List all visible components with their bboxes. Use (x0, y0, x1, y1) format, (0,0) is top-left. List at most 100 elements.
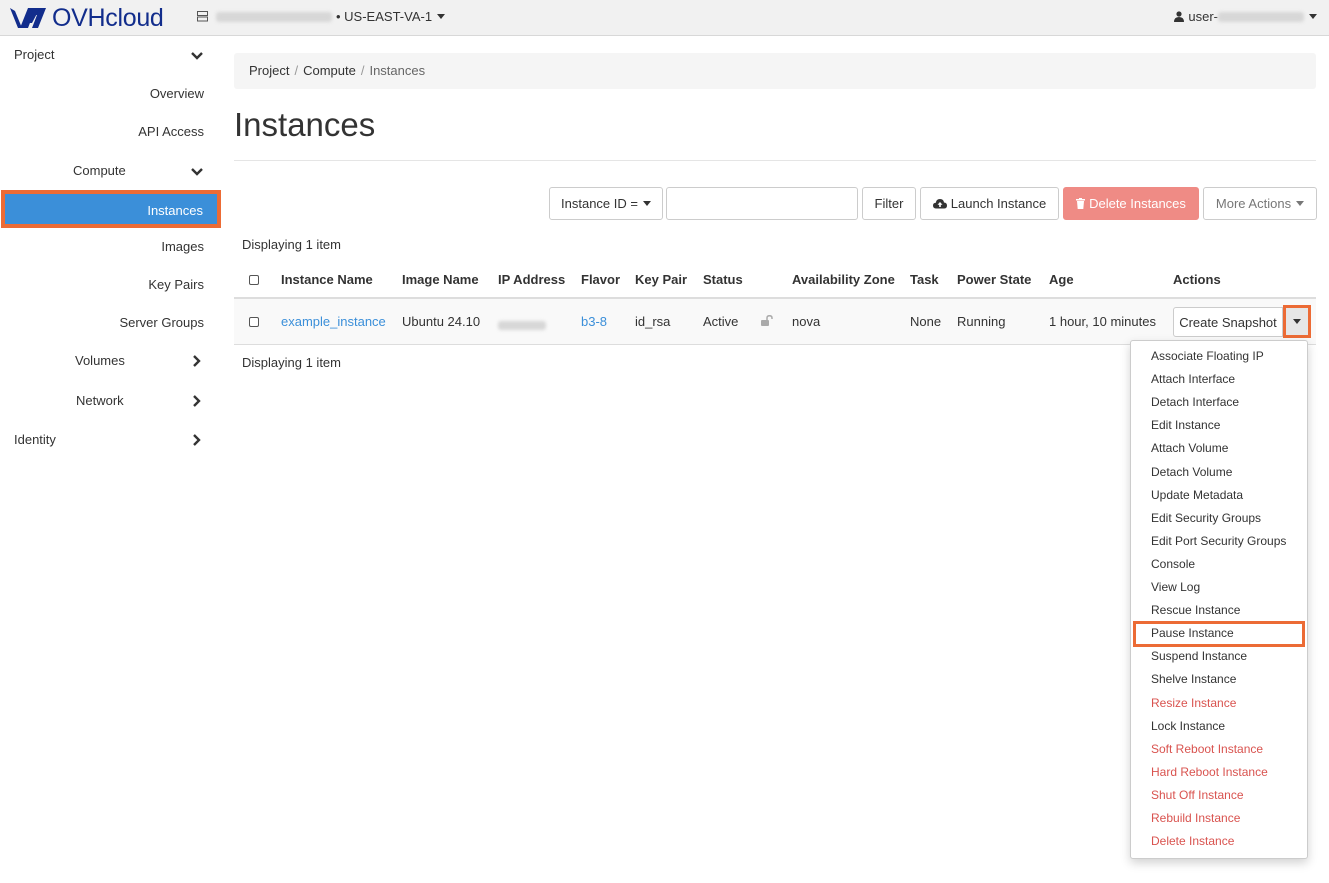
row-actions-toggle[interactable] (1283, 305, 1311, 338)
delete-instances-button[interactable]: Delete Instances (1063, 187, 1199, 220)
more-actions-label: More Actions (1215, 196, 1292, 211)
column-header[interactable]: Instance Name (281, 272, 373, 287)
menu-item-detach-interface[interactable]: Detach Interface (1151, 395, 1239, 409)
delete-instances-label: Delete Instances (1089, 196, 1186, 211)
displaying-count: Displaying 1 item (242, 237, 341, 252)
user-icon (1174, 11, 1185, 22)
sidebar-item-instances[interactable]: Instances (1, 190, 221, 228)
sidebar-item-network[interactable]: Network (76, 393, 124, 408)
filter-button-label: Filter (874, 196, 904, 211)
sidebar-item-images[interactable]: Images (161, 239, 204, 254)
menu-item-lock-instance[interactable]: Lock Instance (1151, 719, 1225, 733)
displaying-count: Displaying 1 item (242, 355, 341, 370)
sidebar-item-overview[interactable]: Overview (150, 86, 204, 101)
menu-item-rebuild-instance[interactable]: Rebuild Instance (1151, 811, 1240, 825)
menu-item-detach-volume[interactable]: Detach Volume (1151, 465, 1232, 479)
user-name-redacted (1218, 11, 1304, 22)
image-name: Ubuntu 24.10 (402, 314, 481, 329)
select-all-checkbox[interactable] (249, 275, 259, 285)
menu-item-soft-reboot-instance[interactable]: Soft Reboot Instance (1151, 742, 1263, 756)
menu-item-attach-volume[interactable]: Attach Volume (1151, 441, 1228, 455)
chevron-right-icon[interactable] (190, 433, 204, 447)
chevron-down-icon[interactable] (190, 165, 204, 179)
user-menu[interactable]: user- (1174, 9, 1317, 24)
breadcrumb-project[interactable]: Project (249, 63, 289, 78)
create-snapshot-label: Create Snapshot (1179, 314, 1277, 330)
column-header: Actions (1173, 272, 1221, 287)
menu-item-pause-instance[interactable]: Pause Instance (1151, 626, 1234, 640)
menu-item-suspend-instance[interactable]: Suspend Instance (1151, 649, 1247, 663)
column-header[interactable]: Power State (957, 272, 1031, 287)
create-snapshot-button[interactable]: Create Snapshot (1173, 307, 1283, 337)
server-icon (197, 11, 208, 22)
brand-name: OVHcloud (52, 3, 164, 32)
chevron-down-icon (1293, 319, 1301, 324)
top-bar: OVHcloud • US-EAST-VA-1 user- (0, 0, 1329, 36)
trash-icon (1076, 198, 1086, 209)
menu-item-update-metadata[interactable]: Update Metadata (1151, 488, 1243, 502)
chevron-down-icon (437, 14, 446, 19)
column-header[interactable]: Image Name (402, 272, 479, 287)
launch-instance-button[interactable]: Launch Instance (920, 187, 1059, 220)
column-header[interactable]: Key Pair (635, 272, 687, 287)
filter-field-select[interactable]: Instance ID = (549, 187, 663, 220)
divider (234, 160, 1316, 161)
menu-item-view-log[interactable]: View Log (1151, 580, 1200, 594)
chevron-down-icon (1309, 14, 1317, 19)
chevron-right-icon[interactable] (190, 394, 204, 408)
cloud-upload-icon (932, 199, 947, 209)
menu-item-edit-security-groups[interactable]: Edit Security Groups (1151, 511, 1261, 525)
more-actions-button[interactable]: More Actions (1203, 187, 1317, 220)
column-header[interactable]: Availability Zone (792, 272, 895, 287)
row-checkbox[interactable] (249, 317, 259, 327)
breadcrumb-current: Instances (369, 63, 426, 78)
page-title: Instances (234, 106, 376, 143)
availability-zone: nova (792, 314, 821, 329)
sidebar-item-server-groups[interactable]: Server Groups (119, 315, 204, 330)
column-header[interactable]: Task (910, 272, 939, 287)
menu-item-delete-instance[interactable]: Delete Instance (1151, 834, 1234, 848)
ovhcloud-logo[interactable]: OVHcloud (8, 4, 164, 32)
project-selector[interactable]: • US-EAST-VA-1 (197, 9, 446, 24)
sidebar-item-key-pairs[interactable]: Key Pairs (148, 277, 204, 292)
menu-item-console[interactable]: Console (1151, 557, 1195, 571)
sidebar-item-compute[interactable]: Compute (73, 163, 126, 178)
column-header[interactable]: Flavor (581, 272, 620, 287)
breadcrumb-compute[interactable]: Compute (303, 63, 356, 78)
menu-item-rescue-instance[interactable]: Rescue Instance (1151, 603, 1240, 617)
menu-item-edit-port-security-groups[interactable]: Edit Port Security Groups (1151, 534, 1286, 548)
sidebar-item-volumes[interactable]: Volumes (75, 353, 125, 368)
flavor-link[interactable]: b3-8 (581, 314, 607, 329)
region-label: • US-EAST-VA-1 (336, 9, 433, 24)
instance-name-link[interactable]: example_instance (281, 314, 386, 329)
breadcrumb-separator: / (294, 63, 299, 78)
breadcrumb-separator: / (360, 63, 365, 78)
column-header[interactable]: Status (703, 272, 743, 287)
menu-item-resize-instance[interactable]: Resize Instance (1151, 696, 1236, 710)
column-header[interactable]: IP Address (498, 272, 565, 287)
sidebar-item-api-access[interactable]: API Access (138, 124, 204, 139)
sidebar-item-label: Instances (147, 203, 203, 218)
chevron-down-icon[interactable] (190, 49, 204, 63)
filter-input[interactable] (666, 187, 858, 220)
ip-address-redacted (498, 318, 546, 333)
ovh-logo-icon (10, 8, 46, 28)
project-name-redacted (216, 11, 332, 22)
unlock-icon (761, 315, 773, 326)
column-header[interactable]: Age (1049, 272, 1074, 287)
user-prefix: user- (1188, 9, 1218, 24)
sidebar-item-project[interactable]: Project (14, 47, 54, 62)
menu-item-hard-reboot-instance[interactable]: Hard Reboot Instance (1151, 765, 1268, 779)
menu-item-shut-off-instance[interactable]: Shut Off Instance (1151, 788, 1244, 802)
chevron-right-icon[interactable] (190, 354, 204, 368)
key-pair: id_rsa (635, 314, 671, 329)
menu-item-attach-interface[interactable]: Attach Interface (1151, 372, 1235, 386)
power-state: Running (957, 314, 1006, 329)
menu-item-associate-floating-ip[interactable]: Associate Floating IP (1151, 349, 1264, 363)
menu-item-shelve-instance[interactable]: Shelve Instance (1151, 672, 1236, 686)
filter-button[interactable]: Filter (862, 187, 916, 220)
sidebar-item-identity[interactable]: Identity (14, 432, 56, 447)
breadcrumb: Project / Compute / Instances (234, 53, 1316, 89)
menu-item-edit-instance[interactable]: Edit Instance (1151, 418, 1220, 432)
status: Active (703, 314, 739, 329)
